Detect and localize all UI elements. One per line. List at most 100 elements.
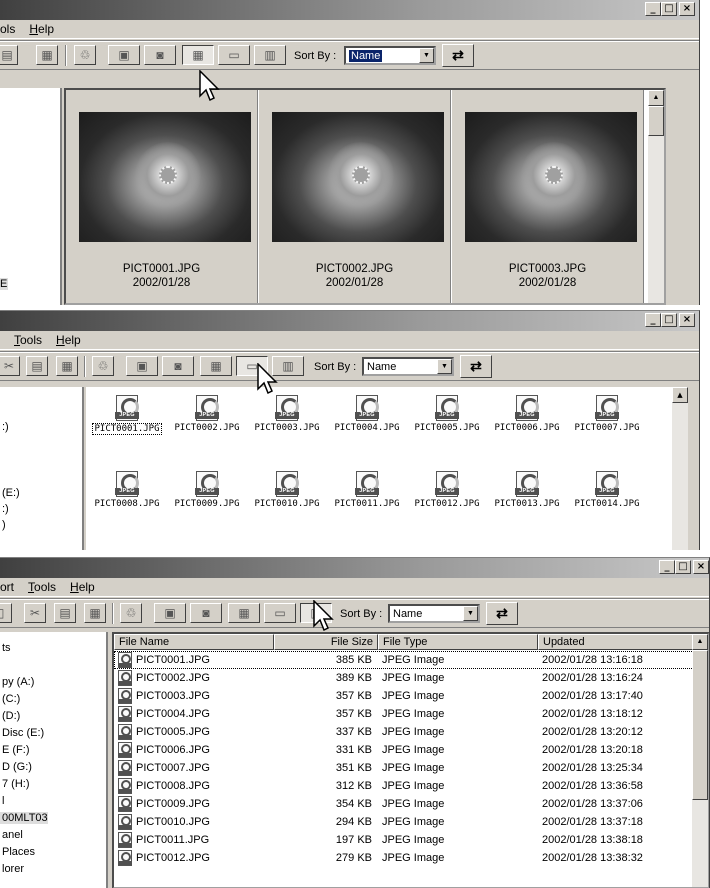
table-row[interactable]: PICT0009.JPG 354 KB JPEG Image 2002/01/28 1…: [114, 795, 704, 813]
thumbnail-view-icon[interactable]: ▦: [228, 603, 260, 623]
vertical-scrollbar[interactable]: ▲: [692, 634, 708, 887]
paste-icon[interactable]: ▤: [0, 45, 18, 65]
tree-item[interactable]: :): [2, 503, 9, 515]
file-icon-item[interactable]: PICT0013.JPG: [486, 471, 568, 521]
table-row[interactable]: PICT0010.JPG 294 KB JPEG Image 2002/01/28 1…: [114, 813, 704, 831]
cut-icon[interactable]: ✂: [0, 356, 20, 376]
close-icon[interactable]: ×: [679, 313, 695, 327]
sort-by-select[interactable]: Name ▼: [344, 46, 436, 65]
sort-order-icon[interactable]: ⇄: [486, 602, 518, 625]
delete-icon[interactable]: ♲: [74, 45, 96, 65]
thumbnail-item[interactable]: PICT0002.JPG 2002/01/28: [259, 90, 451, 303]
scroll-thumb[interactable]: [692, 650, 708, 800]
file-icon-item[interactable]: PICT0003.JPG: [246, 395, 328, 445]
camera-import-icon[interactable]: ◙: [162, 356, 194, 376]
tree-item[interactable]: E (F:): [2, 744, 30, 756]
sort-by-select[interactable]: Name ▼: [362, 357, 454, 376]
tree-item[interactable]: (C:): [2, 693, 20, 705]
table-row[interactable]: PICT0006.JPG 331 KB JPEG Image 2002/01/28 1…: [114, 741, 704, 759]
camera-import-icon[interactable]: ◙: [190, 603, 222, 623]
maximize-icon[interactable]: □: [675, 560, 691, 574]
slideshow-icon[interactable]: ▣: [126, 356, 158, 376]
title-bar[interactable]: _ □ ×: [0, 311, 699, 331]
menu-tools[interactable]: ols: [0, 22, 22, 36]
maximize-icon[interactable]: □: [661, 2, 677, 16]
tree-item[interactable]: :): [2, 421, 9, 433]
table-row[interactable]: PICT0003.JPG 357 KB JPEG Image 2002/01/28 1…: [114, 687, 704, 705]
menu-tools[interactable]: Tools: [0, 333, 49, 347]
minimize-icon[interactable]: _: [645, 313, 661, 327]
file-icon-item[interactable]: PICT0012.JPG: [406, 471, 488, 521]
column-header-file-name[interactable]: File Name: [114, 634, 274, 650]
file-icon-item[interactable]: PICT0005.JPG: [406, 395, 488, 445]
sort-order-icon[interactable]: ⇄: [460, 355, 492, 378]
table-row[interactable]: PICT0004.JPG 357 KB JPEG Image 2002/01/28 1…: [114, 705, 704, 723]
menu-tools[interactable]: Tools: [21, 580, 63, 594]
paste-icon[interactable]: ▤: [54, 603, 76, 623]
sort-by-select[interactable]: Name ▼: [388, 604, 480, 623]
tree-item[interactable]: anel: [2, 829, 23, 841]
file-icon-item[interactable]: PICT0004.JPG: [326, 395, 408, 445]
maximize-icon[interactable]: □: [661, 313, 677, 327]
icon-view-icon[interactable]: ▭: [218, 45, 250, 65]
menu-help[interactable]: Help: [22, 22, 61, 36]
table-row[interactable]: PICT0001.JPG 385 KB JPEG Image 2002/01/28 1…: [114, 651, 704, 669]
tree-item[interactable]: l: [2, 795, 4, 807]
slideshow-icon[interactable]: ▣: [108, 45, 140, 65]
chevron-down-icon[interactable]: ▼: [419, 48, 434, 63]
tree-item[interactable]: Disc (E:): [2, 727, 44, 739]
tree-item[interactable]: (D:): [2, 710, 20, 722]
thumbnail-view-icon[interactable]: ▦: [182, 45, 214, 65]
column-header-updated[interactable]: Updated: [538, 634, 696, 650]
tree-item[interactable]: D (G:): [2, 761, 32, 773]
copy-to-folder-icon[interactable]: ▦: [56, 356, 78, 376]
column-header-file-type[interactable]: File Type: [378, 634, 538, 650]
tree-item[interactable]: py (A:): [2, 676, 34, 688]
title-bar[interactable]: _ □ ×: [0, 558, 709, 578]
menu-help[interactable]: Help: [63, 580, 102, 594]
table-row[interactable]: PICT0007.JPG 351 KB JPEG Image 2002/01/28 1…: [114, 759, 704, 777]
sort-order-icon[interactable]: ⇄: [442, 44, 474, 67]
file-icon-item[interactable]: PICT0002.JPG: [166, 395, 248, 445]
camera-import-icon[interactable]: ◙: [144, 45, 176, 65]
title-bar[interactable]: _ □ ×: [0, 0, 699, 20]
scroll-up-icon[interactable]: ▲: [672, 387, 688, 403]
file-icon-item[interactable]: PICT0014.JPG: [566, 471, 648, 521]
scroll-up-icon[interactable]: ▲: [648, 90, 664, 106]
menu-export[interactable]: ort: [0, 580, 21, 594]
table-row[interactable]: PICT0011.JPG 197 KB JPEG Image 2002/01/28 1…: [114, 831, 704, 849]
column-header-file-size[interactable]: File Size: [274, 634, 378, 650]
tree-item[interactable]: 00MLT03: [0, 812, 48, 824]
file-icon-item[interactable]: PICT0008.JPG: [86, 471, 168, 521]
delete-icon[interactable]: ♲: [92, 356, 114, 376]
tree-item[interactable]: ): [2, 519, 6, 531]
file-icon-item[interactable]: PICT0011.JPG: [326, 471, 408, 521]
tree-item[interactable]: (E:): [2, 487, 20, 499]
close-icon[interactable]: ×: [693, 560, 709, 574]
close-icon[interactable]: ×: [679, 2, 695, 16]
table-row[interactable]: PICT0012.JPG 279 KB JPEG Image 2002/01/28 1…: [114, 849, 704, 867]
cut-icon[interactable]: ✂: [24, 603, 46, 623]
minimize-icon[interactable]: _: [645, 2, 661, 16]
scroll-thumb[interactable]: [648, 106, 664, 136]
slideshow-icon[interactable]: ▣: [154, 603, 186, 623]
vertical-scrollbar[interactable]: ▲: [648, 90, 664, 303]
file-icon-item[interactable]: PICT0010.JPG: [246, 471, 328, 521]
delete-icon[interactable]: ♲: [120, 603, 142, 623]
table-row[interactable]: PICT0005.JPG 337 KB JPEG Image 2002/01/28 1…: [114, 723, 704, 741]
scroll-up-icon[interactable]: ▲: [692, 634, 708, 650]
copy-to-folder-icon[interactable]: ▦: [84, 603, 106, 623]
icon-view-icon[interactable]: ▭: [264, 603, 296, 623]
paste-icon[interactable]: ▤: [26, 356, 48, 376]
tree-item[interactable]: lorer: [2, 863, 24, 875]
chevron-down-icon[interactable]: ▼: [463, 606, 478, 621]
tree-item[interactable]: 7 (H:): [2, 778, 30, 790]
details-view-icon[interactable]: ▥: [254, 45, 286, 65]
thumbnail-item[interactable]: PICT0003.JPG 2002/01/28: [452, 90, 644, 303]
thumbnail-item[interactable]: PICT0001.JPG 2002/01/28: [66, 90, 258, 303]
file-icon-item[interactable]: PICT0006.JPG: [486, 395, 568, 445]
tree-item[interactable]: ts: [2, 642, 11, 654]
file-icon-item[interactable]: PICT0007.JPG: [566, 395, 648, 445]
copy-icon[interactable]: ▯: [0, 603, 12, 623]
thumbnail-view-icon[interactable]: ▦: [200, 356, 232, 376]
